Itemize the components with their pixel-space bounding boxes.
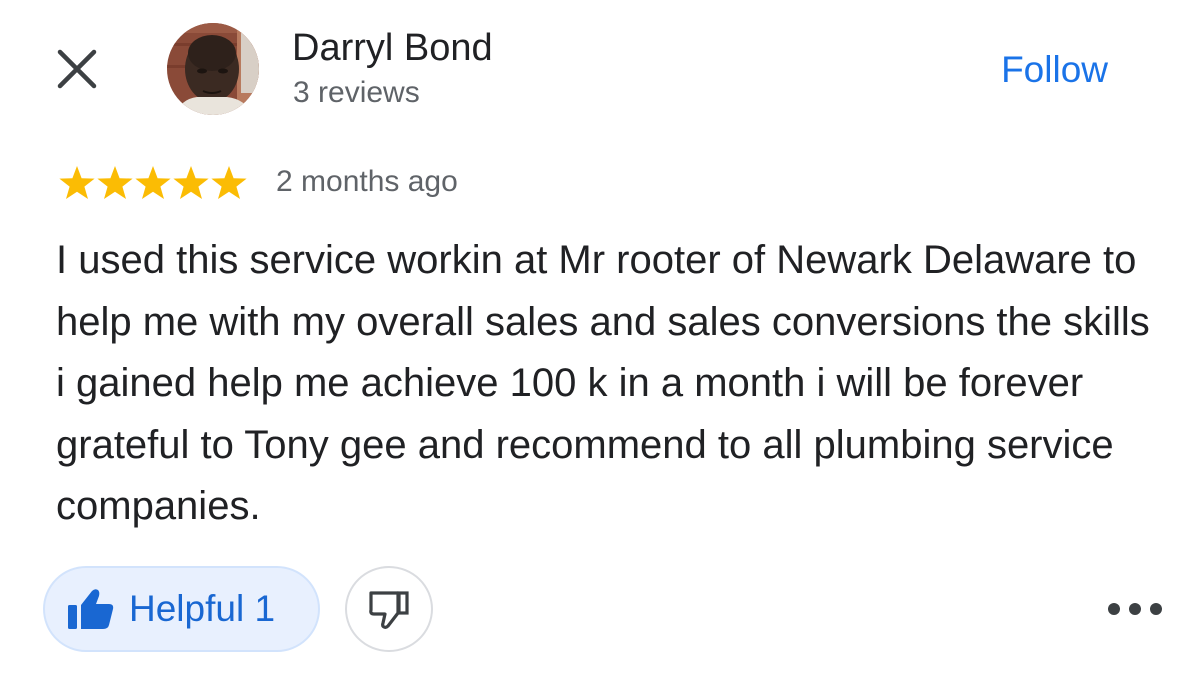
- star-icon: [211, 166, 247, 199]
- more-horizontal-icon: [1150, 603, 1162, 615]
- star-icon: [135, 166, 171, 199]
- avatar[interactable]: [167, 23, 259, 115]
- star-icon: [59, 166, 95, 199]
- more-horizontal-icon: [1129, 603, 1141, 615]
- thumbs-up-icon: [68, 589, 114, 629]
- helpful-label: Helpful 1: [129, 588, 276, 629]
- more-options-button[interactable]: [1108, 594, 1162, 624]
- thumbs-down-icon: [369, 591, 409, 629]
- author-name[interactable]: Darryl Bond: [292, 26, 493, 70]
- review-date: 2 months ago: [276, 165, 458, 198]
- star-icon: [97, 166, 133, 199]
- author-review-count: 3 reviews: [293, 76, 420, 109]
- not-helpful-button[interactable]: [345, 566, 433, 652]
- helpful-button[interactable]: Helpful 1: [43, 566, 320, 652]
- follow-button[interactable]: Follow: [1001, 48, 1108, 92]
- star-rating: [58, 165, 248, 201]
- star-icon: [173, 166, 209, 199]
- more-horizontal-icon: [1108, 603, 1120, 615]
- close-icon: [57, 49, 97, 89]
- close-button[interactable]: [54, 46, 100, 92]
- review-text: I used this service workin at Mr rooter …: [56, 238, 1150, 528]
